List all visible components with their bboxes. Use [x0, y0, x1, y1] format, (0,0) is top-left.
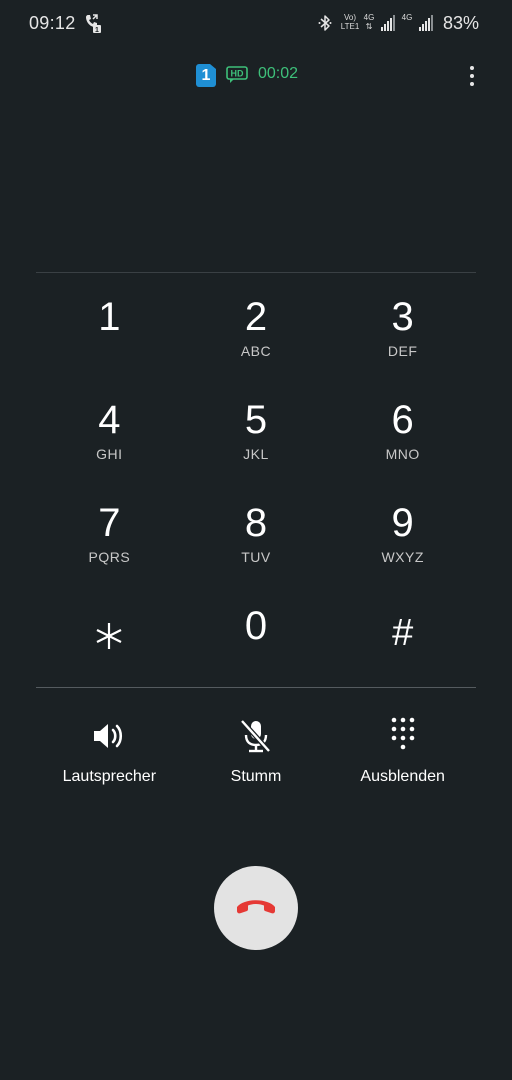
key-5[interactable]: 5 JKL: [183, 383, 330, 486]
volte-line-1: Vo): [343, 13, 356, 22]
key-4[interactable]: 4 GHI: [36, 383, 183, 486]
keypad-top-divider: [36, 272, 476, 273]
call-timer: 00:02: [258, 65, 299, 82]
key-letters: GHI: [96, 446, 123, 462]
key-digit: 7: [98, 501, 121, 545]
network-type-2: 4G: [400, 13, 414, 22]
bluetooth-icon: [318, 15, 332, 31]
key-digit: 6: [391, 398, 414, 442]
key-7[interactable]: 7 PQRS: [36, 486, 183, 589]
end-call-icon: [237, 900, 275, 914]
call-info: 1 HD 00:02: [0, 62, 512, 88]
network-type-2-label: 4G: [401, 13, 413, 22]
network-type-1: 4G ⇅: [362, 13, 376, 31]
key-8[interactable]: 8 TUV: [183, 486, 330, 589]
key-letters: TUV: [241, 549, 271, 565]
keypad-bottom-divider: [36, 687, 476, 688]
key-9[interactable]: 9 WXYZ: [329, 486, 476, 589]
hide-keypad-label: Ausblenden: [360, 768, 445, 785]
key-star[interactable]: [36, 589, 183, 692]
asterisk-icon: [96, 623, 122, 649]
key-letters: JKL: [243, 446, 269, 462]
key-digit: #: [392, 612, 414, 654]
speaker-label: Lautsprecher: [62, 768, 157, 785]
svg-text:1: 1: [95, 27, 99, 34]
dialpad-icon: [391, 717, 414, 750]
speaker-icon: [94, 724, 123, 748]
key-letters: PQRS: [88, 549, 131, 565]
end-call-button[interactable]: [214, 866, 298, 950]
volte-line-2: LTE1: [340, 22, 360, 31]
more-dot-icon: [470, 74, 474, 78]
signal-icon: [419, 15, 433, 31]
key-digit: 1: [98, 295, 121, 339]
key-digit: 0: [244, 604, 268, 648]
key-letters: ABC: [240, 343, 272, 359]
mute-button[interactable]: Stumm: [183, 712, 330, 792]
status-time: 09:12: [29, 13, 76, 33]
dialpad: 1 2 ABC 3 DEF 4 GHI 5 JKL 6 MNO 7 PQRS 8…: [36, 280, 476, 680]
network-type-1-label: 4G: [363, 13, 375, 22]
signal-icon: [381, 15, 395, 31]
call-screen: 09:12 1 Vo) LTE1 4G ⇅ 4G 83% 1 HD 00:02 …: [0, 0, 512, 1080]
key-6[interactable]: 6 MNO: [329, 383, 476, 486]
call-actions: Lautsprecher Stumm Ausblenden: [36, 712, 476, 792]
sim-card-icon: 1: [196, 64, 216, 87]
key-digit: 8: [244, 501, 268, 545]
key-digit: 9: [391, 501, 414, 545]
key-digit: 4: [98, 398, 121, 442]
key-2[interactable]: 2 ABC: [183, 280, 330, 383]
battery-level: 83%: [443, 13, 480, 33]
key-digit: 2: [244, 295, 268, 339]
call-forward-icon: 1: [86, 14, 101, 34]
more-dot-icon: [470, 82, 474, 86]
key-digit: 3: [391, 295, 414, 339]
key-0[interactable]: 0: [183, 589, 330, 692]
key-digit: 5: [244, 398, 268, 442]
key-letters: DEF: [387, 343, 418, 359]
more-options-button[interactable]: [462, 62, 482, 90]
key-1[interactable]: 1: [36, 280, 183, 383]
key-letters: MNO: [385, 446, 420, 462]
mic-off-icon: [240, 719, 271, 753]
key-letters: WXYZ: [381, 549, 424, 565]
status-bar: 09:12 1 Vo) LTE1 4G ⇅ 4G 83%: [0, 0, 512, 48]
hd-voice-icon: HD: [226, 66, 248, 83]
speaker-button[interactable]: Lautsprecher: [36, 712, 183, 792]
more-dot-icon: [470, 66, 474, 70]
volte-indicator: Vo) LTE1: [339, 13, 361, 31]
data-arrows-icon: ⇅: [365, 22, 373, 31]
hd-label: HD: [231, 69, 244, 79]
key-hash[interactable]: #: [329, 589, 476, 692]
hide-keypad-button[interactable]: Ausblenden: [329, 712, 476, 792]
mute-label: Stumm: [230, 768, 282, 785]
key-3[interactable]: 3 DEF: [329, 280, 476, 383]
